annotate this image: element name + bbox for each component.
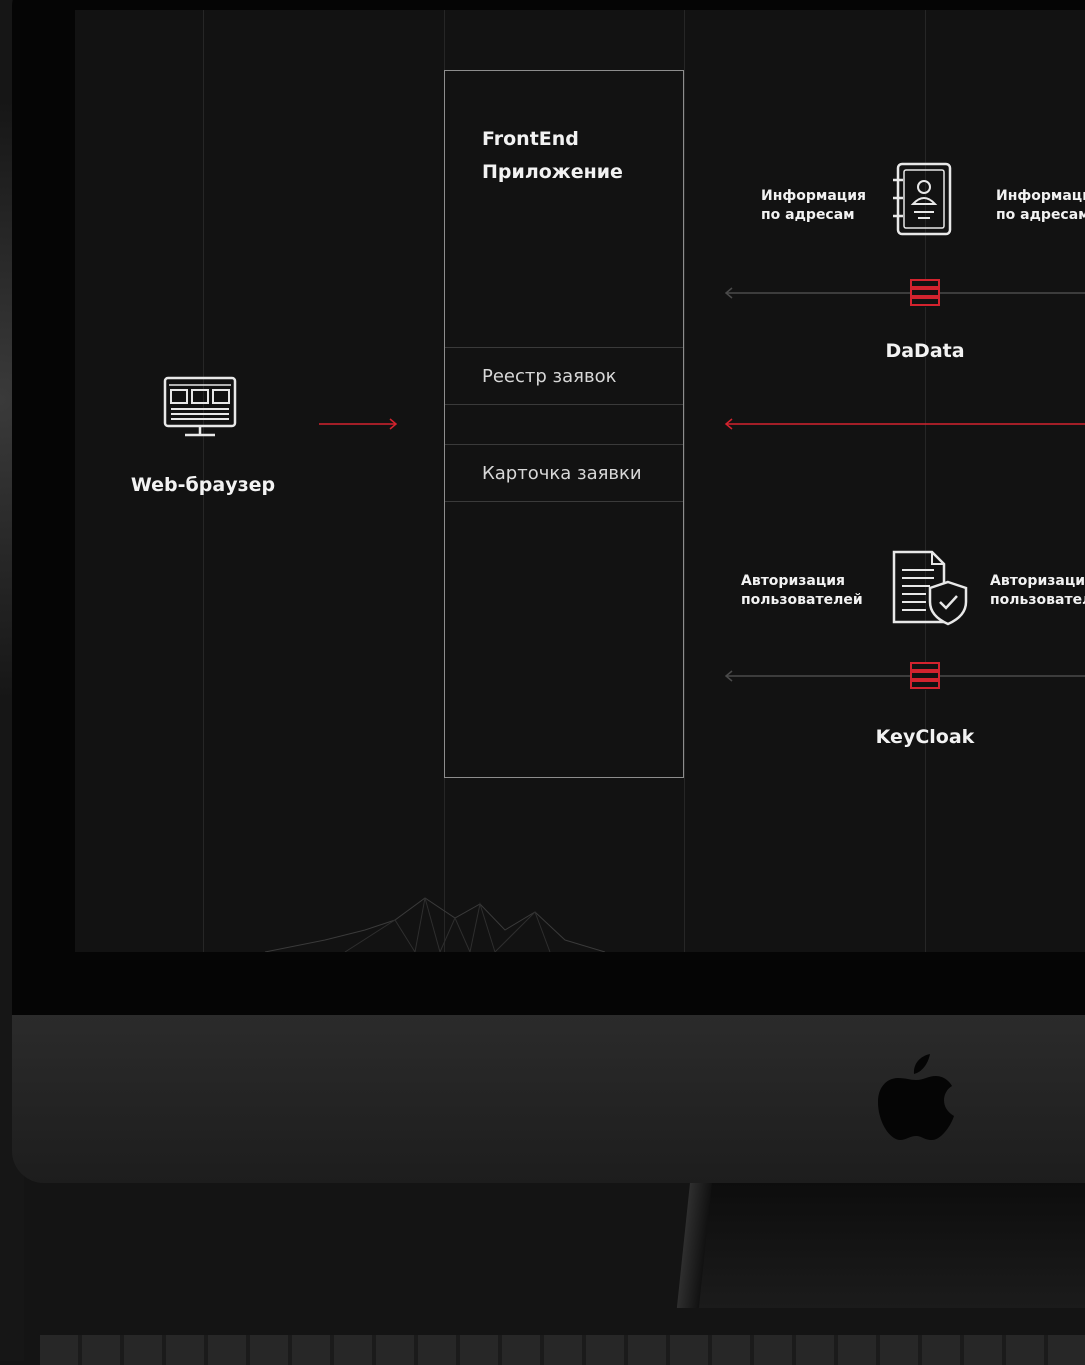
dadata-note-right-line1: Информаци <box>996 188 1085 204</box>
grid-line <box>684 10 685 952</box>
keycloak-note-left: Авторизация пользователей <box>741 572 863 610</box>
wireframe-decoration <box>265 897 605 952</box>
client-to-frontend-arrow <box>319 418 398 430</box>
keycloak-label: KeyCloak <box>875 726 975 748</box>
frontend-title: FrontEnd Приложение <box>482 123 623 189</box>
keycloak-server-icon <box>910 662 940 690</box>
frontend-title-line2: Приложение <box>482 161 623 183</box>
dadata-label: DaData <box>885 340 965 362</box>
monitor-screen: Web-браузер FrontEnd Приложение Реестр з… <box>75 10 1085 952</box>
address-book-icon <box>893 162 952 236</box>
keycloak-note-left-line2: пользователей <box>741 592 863 608</box>
frontend-app-block: FrontEnd Приложение Реестр заявок Карточ… <box>444 70 684 778</box>
frontend-title-line1: FrontEnd <box>482 128 579 150</box>
keycloak-note-right: Авторизация пользовател <box>990 572 1085 610</box>
dadata-note-left-line1: Информация <box>761 188 866 204</box>
monitor-stand <box>690 1183 1085 1308</box>
apple-logo-icon <box>878 1054 954 1140</box>
keycloak-connector <box>724 670 1085 682</box>
services-to-frontend-arrow <box>724 418 1085 430</box>
module-registry: Реестр заявок <box>445 347 683 405</box>
dadata-note-right-line2: по адресам <box>996 207 1085 223</box>
keycloak-note-right-line2: пользовател <box>990 592 1085 608</box>
monitor-icon <box>163 376 237 437</box>
dadata-server-icon <box>910 279 940 307</box>
dadata-connector <box>724 287 1085 299</box>
dadata-note-left: Информация по адресам <box>761 187 866 225</box>
keycloak-note-right-line1: Авторизация <box>990 573 1085 589</box>
grid-line <box>925 10 926 952</box>
keycloak-note-left-line1: Авторизация <box>741 573 846 589</box>
module-card: Карточка заявки <box>445 444 683 502</box>
client-label: Web-браузер <box>130 474 276 496</box>
dadata-note-left-line2: по адресам <box>761 207 855 223</box>
dadata-note-right: Информаци по адресам <box>996 187 1085 225</box>
document-shield-icon <box>892 550 968 626</box>
